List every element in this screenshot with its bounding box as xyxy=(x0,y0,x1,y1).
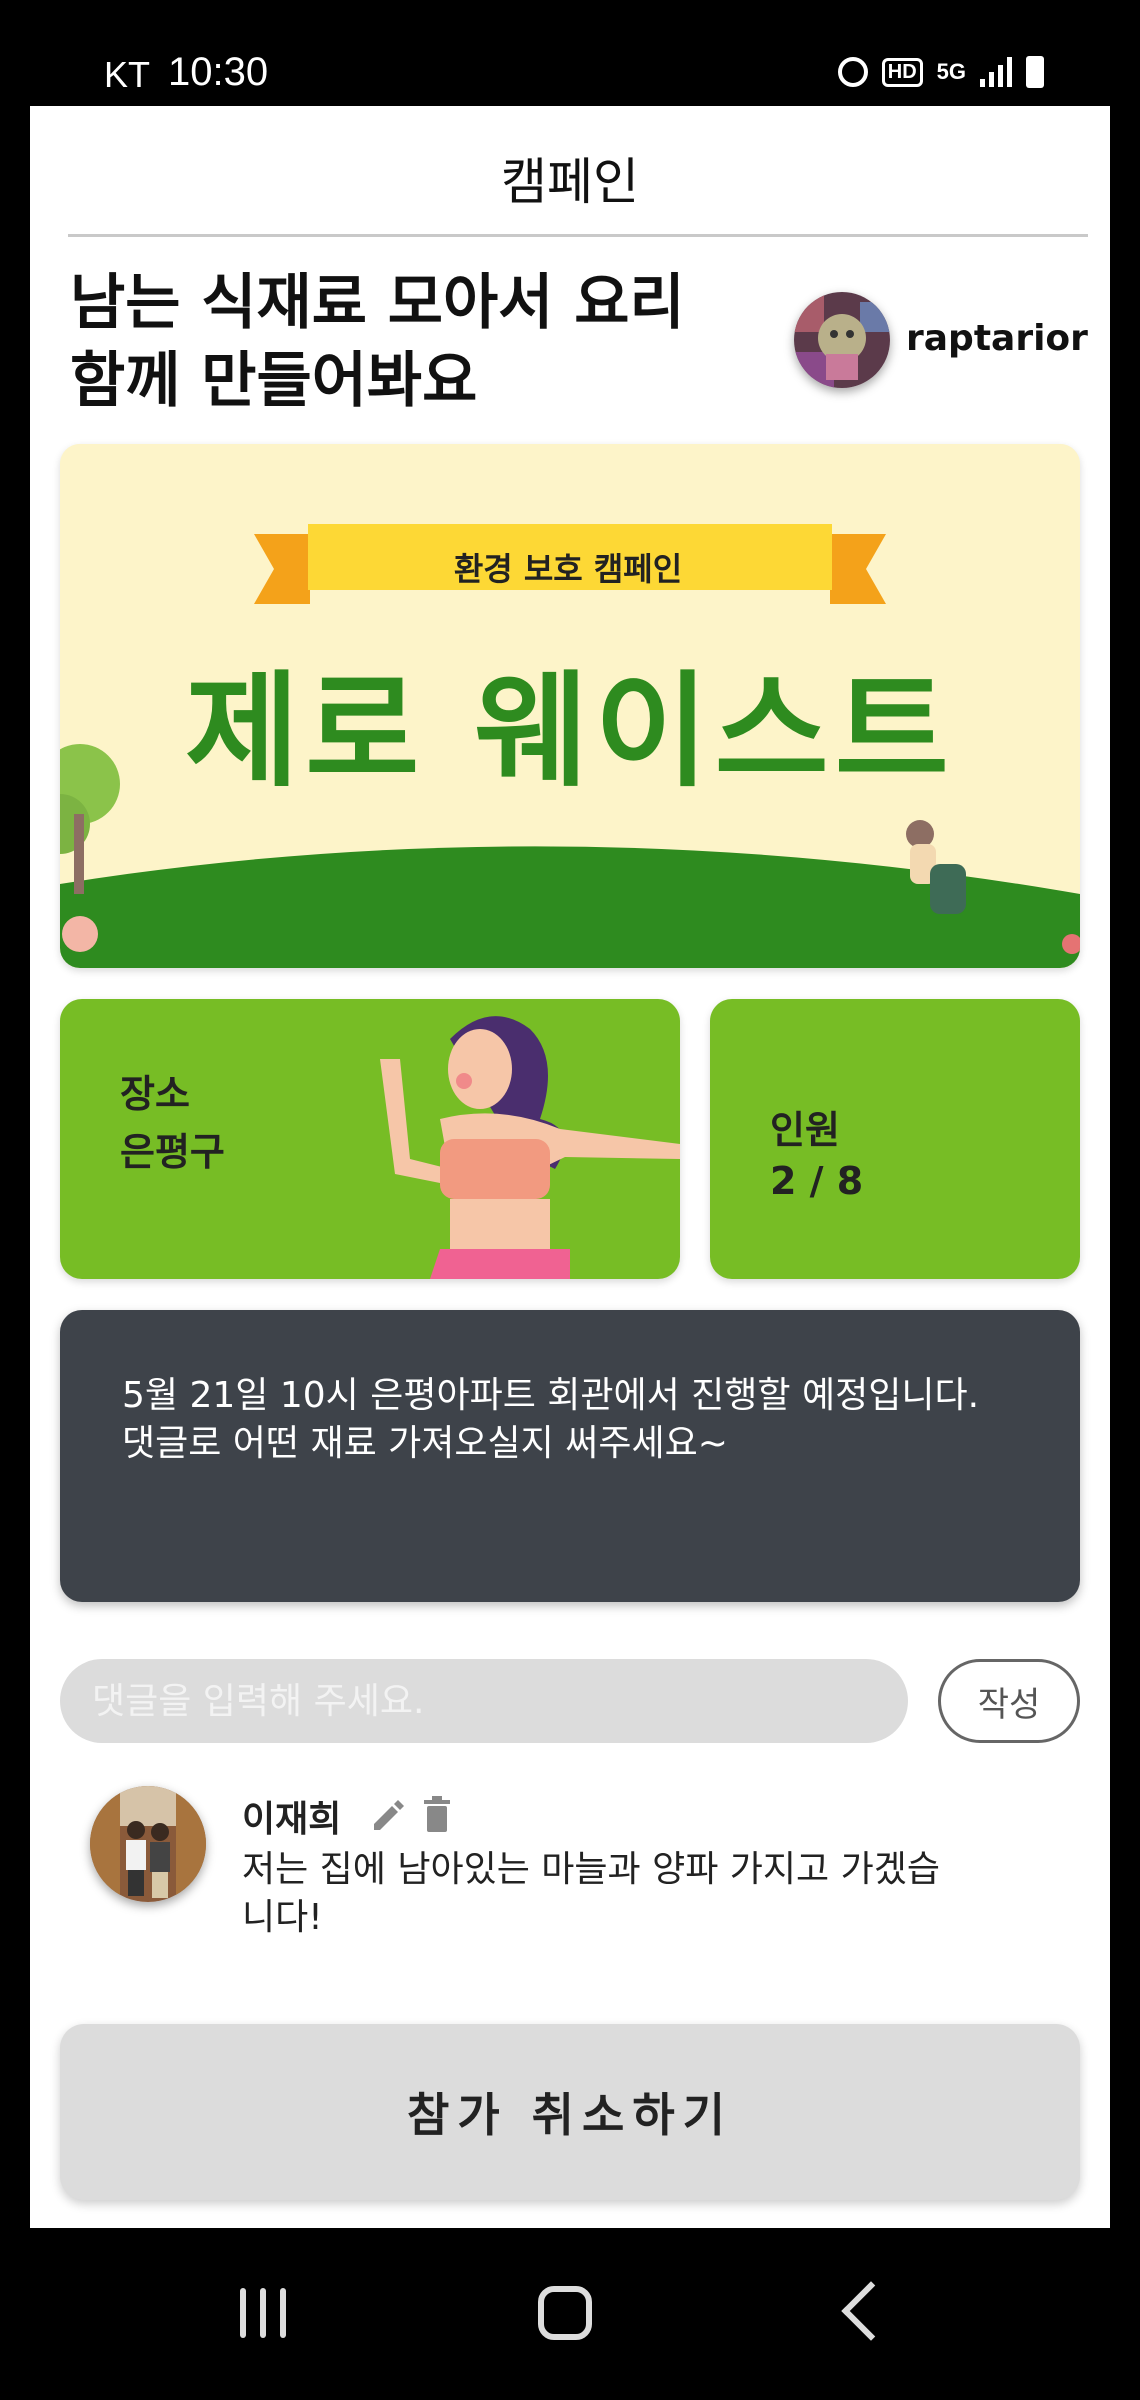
signal-icon xyxy=(980,57,1012,87)
comment-author: 이재희 xyxy=(242,1799,342,1840)
page-title: 캠페인 xyxy=(501,153,639,211)
navigation-bar xyxy=(0,2228,1140,2400)
back-icon[interactable] xyxy=(841,2281,901,2341)
description-text: 5월 21일 10시 은평아파트 회관에서 진행할 예정입니다. 댓글로 어떤 … xyxy=(122,1375,980,1464)
status-bar: KT 10:30 HD 5G xyxy=(0,0,1140,106)
place-value: 은평구 xyxy=(120,1130,225,1174)
comment-avatar[interactable] xyxy=(90,1786,206,1902)
cancel-participation-button[interactable]: 참가 취소하기 xyxy=(60,2024,1080,2200)
campaign-title: 남는 식재료 모아서 요리 함께 만들어봐요 xyxy=(70,268,685,416)
banner-headline: 제로 웨이스트 xyxy=(185,660,955,804)
people-card: 인원 2 / 8 xyxy=(710,999,1080,1279)
place-label: 장소 xyxy=(120,1072,190,1116)
comment-avatar-image xyxy=(90,1786,206,1902)
5g-icon: 5G xyxy=(936,59,966,84)
app-screen: 캠페인 남는 식재료 모아서 요리 함께 만들어봐요 raptarior 환경 … xyxy=(30,106,1110,2228)
home-icon[interactable] xyxy=(538,2286,592,2340)
author-avatar[interactable] xyxy=(794,292,890,388)
author-name[interactable]: raptarior xyxy=(906,318,1088,359)
phone-frame: KT 10:30 HD 5G 캠페인 남는 식재료 모아서 요리 함께 만들어봐… xyxy=(0,0,1140,2400)
campaign-description: 5월 21일 10시 은평아파트 회관에서 진행할 예정입니다. 댓글로 어떤 … xyxy=(60,1310,1080,1602)
battery-icon xyxy=(1026,56,1044,88)
comment-input[interactable] xyxy=(60,1659,908,1743)
alarm-icon xyxy=(837,57,868,87)
comment-text: 저는 집에 남아있는 마늘과 양파 가지고 가겠습니다! xyxy=(242,1849,940,1938)
submit-comment-button[interactable]: 작성 xyxy=(938,1659,1080,1743)
status-time: 10:30 xyxy=(168,50,269,94)
hd-voice-icon: HD xyxy=(881,57,923,87)
runner-illustration xyxy=(380,1016,680,1279)
delete-icon[interactable] xyxy=(422,1796,452,1832)
people-label: 인원 xyxy=(770,1108,840,1152)
title-divider xyxy=(68,234,1088,237)
status-icons: HD 5G xyxy=(837,56,1044,88)
author-avatar-image xyxy=(794,292,890,388)
carrier-label: KT xyxy=(104,54,151,95)
people-count: 2 / 8 xyxy=(770,1159,864,1203)
recent-apps-icon[interactable] xyxy=(240,2288,286,2338)
place-card: 장소 은평구 xyxy=(60,999,680,1279)
banner-ribbon-text: 환경 보호 캠페인 xyxy=(453,550,683,588)
edit-icon[interactable] xyxy=(370,1796,406,1832)
campaign-banner: 환경 보호 캠페인 제로 웨이스트 xyxy=(60,444,1080,968)
